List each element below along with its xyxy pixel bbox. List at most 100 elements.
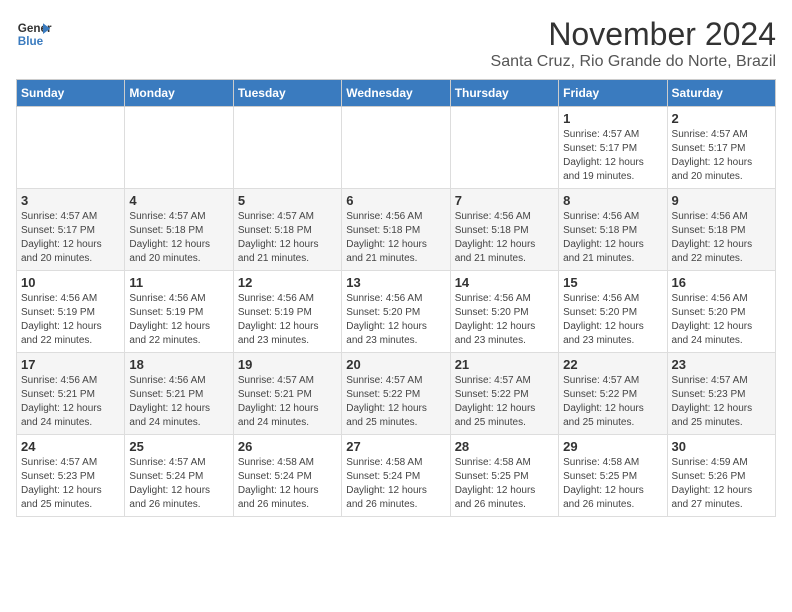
day-number: 29 [563, 439, 662, 454]
day-info: Sunrise: 4:57 AM Sunset: 5:18 PM Dayligh… [129, 210, 228, 266]
day-info: Sunrise: 4:56 AM Sunset: 5:18 PM Dayligh… [672, 210, 771, 266]
calendar-cell [17, 107, 125, 189]
day-info: Sunrise: 4:56 AM Sunset: 5:18 PM Dayligh… [346, 210, 445, 266]
day-number: 27 [346, 439, 445, 454]
day-info: Sunrise: 4:58 AM Sunset: 5:24 PM Dayligh… [238, 456, 337, 512]
calendar-week-row: 10 Sunrise: 4:56 AM Sunset: 5:19 PM Dayli… [17, 271, 776, 353]
calendar-table: SundayMondayTuesdayWednesdayThursdayFrid… [16, 79, 776, 517]
day-info: Sunrise: 4:56 AM Sunset: 5:18 PM Dayligh… [455, 210, 554, 266]
day-number: 10 [21, 275, 120, 290]
calendar-cell: 22Sunrise: 4:57 AM Sunset: 5:22 PM Dayli… [559, 353, 667, 435]
calendar-cell: 1 Sunrise: 4:57 AM Sunset: 5:17 PM Daylig… [559, 107, 667, 189]
day-info: Sunrise: 4:58 AM Sunset: 5:25 PM Dayligh… [563, 456, 662, 512]
calendar-cell: 2 Sunrise: 4:57 AM Sunset: 5:17 PM Daylig… [667, 107, 775, 189]
calendar-cell [233, 107, 341, 189]
day-number: 17 [21, 357, 120, 372]
day-number: 23 [672, 357, 771, 372]
day-number: 18 [129, 357, 228, 372]
calendar-cell: 15 Sunrise: 4:56 AM Sunset: 5:20 PM Dayli… [559, 271, 667, 353]
day-number: 15 [563, 275, 662, 290]
calendar-cell: 29 Sunrise: 4:58 AM Sunset: 5:25 PM Dayli… [559, 435, 667, 517]
calendar-cell: 18Sunrise: 4:56 AM Sunset: 5:21 PM Dayli… [125, 353, 233, 435]
calendar-cell: 19 Sunrise: 4:57 AM Sunset: 5:21 PM Dayli… [233, 353, 341, 435]
day-number: 24 [21, 439, 120, 454]
calendar-cell: 16 Sunrise: 4:56 AM Sunset: 5:20 PM Dayli… [667, 271, 775, 353]
calendar-cell: 30 Sunrise: 4:59 AM Sunset: 5:26 PM Dayli… [667, 435, 775, 517]
logo-icon: General Blue [16, 16, 52, 52]
calendar-cell: 9Sunrise: 4:56 AM Sunset: 5:18 PM Daylig… [667, 189, 775, 271]
day-number: 4 [129, 193, 228, 208]
calendar-cell: 25Sunrise: 4:57 AM Sunset: 5:24 PM Dayli… [125, 435, 233, 517]
day-info: Sunrise: 4:57 AM Sunset: 5:21 PM Dayligh… [238, 374, 337, 430]
calendar-cell: 6Sunrise: 4:56 AM Sunset: 5:18 PM Daylig… [342, 189, 450, 271]
calendar-cell [125, 107, 233, 189]
calendar-week-row: 17Sunrise: 4:56 AM Sunset: 5:21 PM Dayli… [17, 353, 776, 435]
day-number: 11 [129, 275, 228, 290]
calendar-week-row: 24 Sunrise: 4:57 AM Sunset: 5:23 PM Dayli… [17, 435, 776, 517]
day-info: Sunrise: 4:56 AM Sunset: 5:19 PM Dayligh… [238, 292, 337, 348]
calendar-cell [450, 107, 558, 189]
day-info: Sunrise: 4:58 AM Sunset: 5:25 PM Dayligh… [455, 456, 554, 512]
day-info: Sunrise: 4:58 AM Sunset: 5:24 PM Dayligh… [346, 456, 445, 512]
calendar-cell: 26Sunrise: 4:58 AM Sunset: 5:24 PM Dayli… [233, 435, 341, 517]
day-info: Sunrise: 4:57 AM Sunset: 5:18 PM Dayligh… [238, 210, 337, 266]
day-info: Sunrise: 4:56 AM Sunset: 5:20 PM Dayligh… [563, 292, 662, 348]
day-info: Sunrise: 4:57 AM Sunset: 5:23 PM Dayligh… [672, 374, 771, 430]
day-number: 12 [238, 275, 337, 290]
calendar-cell: 12 Sunrise: 4:56 AM Sunset: 5:19 PM Dayli… [233, 271, 341, 353]
header: General Blue November 2024 Santa Cruz, R… [16, 16, 776, 71]
calendar-header: SundayMondayTuesdayWednesdayThursdayFrid… [17, 80, 776, 107]
weekday-header: Saturday [667, 80, 775, 107]
day-info: Sunrise: 4:57 AM Sunset: 5:17 PM Dayligh… [672, 128, 771, 184]
day-number: 28 [455, 439, 554, 454]
calendar-cell: 24 Sunrise: 4:57 AM Sunset: 5:23 PM Dayli… [17, 435, 125, 517]
day-info: Sunrise: 4:59 AM Sunset: 5:26 PM Dayligh… [672, 456, 771, 512]
calendar-cell: 13 Sunrise: 4:56 AM Sunset: 5:20 PM Dayli… [342, 271, 450, 353]
calendar-cell: 20Sunrise: 4:57 AM Sunset: 5:22 PM Dayli… [342, 353, 450, 435]
day-info: Sunrise: 4:57 AM Sunset: 5:23 PM Dayligh… [21, 456, 120, 512]
calendar-cell: 23 Sunrise: 4:57 AM Sunset: 5:23 PM Dayli… [667, 353, 775, 435]
day-number: 16 [672, 275, 771, 290]
calendar-cell: 21 Sunrise: 4:57 AM Sunset: 5:22 PM Dayli… [450, 353, 558, 435]
day-info: Sunrise: 4:56 AM Sunset: 5:20 PM Dayligh… [455, 292, 554, 348]
day-info: Sunrise: 4:56 AM Sunset: 5:18 PM Dayligh… [563, 210, 662, 266]
calendar-week-row: 1 Sunrise: 4:57 AM Sunset: 5:17 PM Daylig… [17, 107, 776, 189]
weekday-header: Thursday [450, 80, 558, 107]
day-number: 21 [455, 357, 554, 372]
calendar-cell: 28 Sunrise: 4:58 AM Sunset: 5:25 PM Dayli… [450, 435, 558, 517]
day-info: Sunrise: 4:57 AM Sunset: 5:17 PM Dayligh… [21, 210, 120, 266]
day-number: 5 [238, 193, 337, 208]
weekday-header: Monday [125, 80, 233, 107]
day-info: Sunrise: 4:57 AM Sunset: 5:17 PM Dayligh… [563, 128, 662, 184]
location-title: Santa Cruz, Rio Grande do Norte, Brazil [491, 53, 776, 71]
day-number: 7 [455, 193, 554, 208]
day-number: 1 [563, 111, 662, 126]
day-info: Sunrise: 4:56 AM Sunset: 5:19 PM Dayligh… [129, 292, 228, 348]
day-number: 8 [563, 193, 662, 208]
weekday-header: Friday [559, 80, 667, 107]
day-number: 19 [238, 357, 337, 372]
logo: General Blue [16, 16, 52, 52]
day-info: Sunrise: 4:56 AM Sunset: 5:20 PM Dayligh… [346, 292, 445, 348]
calendar-cell: 4 Sunrise: 4:57 AM Sunset: 5:18 PM Daylig… [125, 189, 233, 271]
title-block: November 2024 Santa Cruz, Rio Grande do … [491, 16, 776, 71]
calendar-cell: 11 Sunrise: 4:56 AM Sunset: 5:19 PM Dayli… [125, 271, 233, 353]
calendar-cell: 17Sunrise: 4:56 AM Sunset: 5:21 PM Dayli… [17, 353, 125, 435]
month-title: November 2024 [491, 16, 776, 53]
day-info: Sunrise: 4:57 AM Sunset: 5:24 PM Dayligh… [129, 456, 228, 512]
day-number: 2 [672, 111, 771, 126]
day-info: Sunrise: 4:57 AM Sunset: 5:22 PM Dayligh… [455, 374, 554, 430]
calendar-cell: 5 Sunrise: 4:57 AM Sunset: 5:18 PM Daylig… [233, 189, 341, 271]
calendar-cell: 8 Sunrise: 4:56 AM Sunset: 5:18 PM Daylig… [559, 189, 667, 271]
day-info: Sunrise: 4:56 AM Sunset: 5:20 PM Dayligh… [672, 292, 771, 348]
calendar-cell: 7 Sunrise: 4:56 AM Sunset: 5:18 PM Daylig… [450, 189, 558, 271]
day-number: 30 [672, 439, 771, 454]
day-info: Sunrise: 4:56 AM Sunset: 5:19 PM Dayligh… [21, 292, 120, 348]
day-number: 13 [346, 275, 445, 290]
weekday-header: Tuesday [233, 80, 341, 107]
weekday-header: Wednesday [342, 80, 450, 107]
day-number: 14 [455, 275, 554, 290]
calendar-cell: 10 Sunrise: 4:56 AM Sunset: 5:19 PM Dayli… [17, 271, 125, 353]
svg-text:Blue: Blue [18, 35, 44, 48]
calendar-cell [342, 107, 450, 189]
